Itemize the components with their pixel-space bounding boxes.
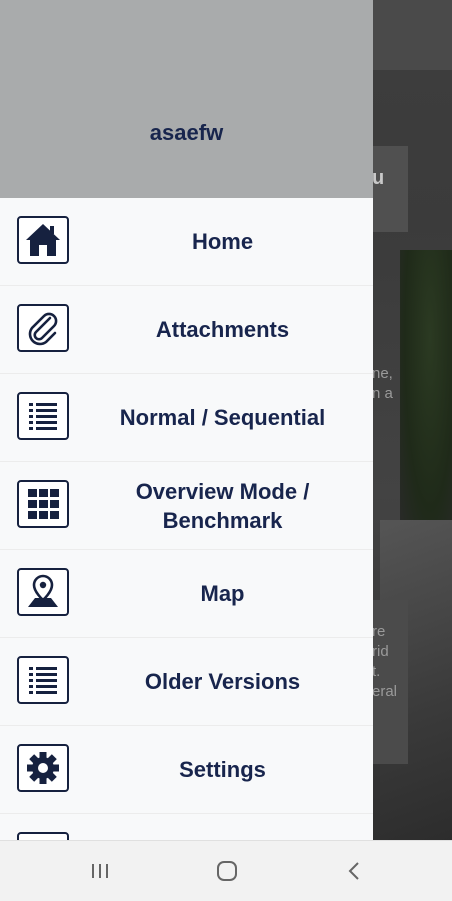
menu-item-partial[interactable] — [0, 814, 373, 840]
paperclip-icon — [17, 304, 69, 352]
home-circle-icon[interactable] — [207, 855, 247, 887]
back-chevron-icon[interactable] — [334, 855, 374, 887]
menu-item-label: Home — [191, 229, 254, 254]
background-text-fragment: ne, n a — [372, 365, 393, 402]
menu-item-label: Normal / Sequential — [119, 405, 326, 430]
background-text-fragment: re rid t. eral — [372, 623, 398, 700]
menu-item-label: Overview Mode / Benchmark — [135, 478, 310, 533]
map-pin-icon — [17, 568, 69, 616]
menu-item-map[interactable]: Map — [0, 550, 373, 638]
background-card — [372, 146, 408, 232]
menu-item-normal-sequential[interactable]: Normal / Sequential — [0, 374, 373, 462]
list-icon — [17, 392, 69, 440]
background-trees-image — [400, 250, 452, 540]
partial-icon — [17, 832, 69, 840]
menu-item-settings[interactable]: Settings — [0, 726, 373, 814]
list-icon — [17, 656, 69, 704]
system-navigation-bar — [0, 840, 452, 901]
menu-item-overview-mode[interactable]: Overview Mode / Benchmark — [0, 462, 373, 550]
navigation-drawer: asaefw Home Attachments Normal / Sequent… — [0, 0, 373, 840]
drawer-menu: Home Attachments Normal / Sequential Ove… — [0, 198, 373, 840]
menu-item-home[interactable]: Home — [0, 198, 373, 286]
home-icon — [17, 216, 69, 264]
grid-icon — [17, 480, 69, 528]
username-label: asaefw — [149, 120, 224, 145]
menu-item-older-versions[interactable]: Older Versions — [0, 638, 373, 726]
menu-item-label: Older Versions — [144, 669, 301, 694]
recents-icon[interactable] — [80, 855, 120, 887]
background-heading-fragment: u — [372, 167, 385, 189]
menu-item-label: Attachments — [155, 317, 290, 342]
drawer-header: asaefw — [0, 0, 373, 198]
menu-item-label: Map — [200, 581, 245, 606]
menu-item-label: Settings — [179, 757, 266, 782]
gear-icon — [17, 744, 69, 792]
menu-item-attachments[interactable]: Attachments — [0, 286, 373, 374]
